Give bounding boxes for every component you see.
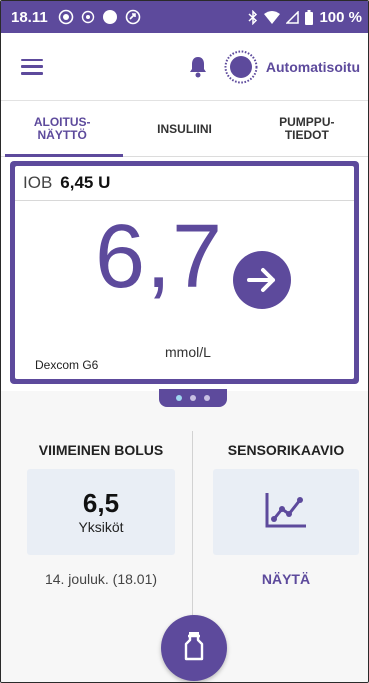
status-bar: 18.11 100 % bbox=[1, 1, 368, 33]
status-time: 18.11 bbox=[11, 8, 48, 26]
sync-icon bbox=[125, 9, 141, 25]
mode-label: Automatisoitu bbox=[265, 58, 360, 75]
iob-value: 6,45 U bbox=[60, 173, 111, 192]
notification-bell-icon[interactable] bbox=[188, 56, 208, 78]
page-indicator[interactable] bbox=[159, 389, 227, 407]
tab-home[interactable]: ALOITUS- NÄYTTÖ bbox=[1, 102, 124, 157]
glucose-card[interactable]: IOB 6,45 U 6,7 mmol/L Dexcom G6 bbox=[10, 161, 359, 384]
battery-icon bbox=[305, 9, 314, 25]
sensor-graph-tile[interactable] bbox=[213, 469, 359, 555]
tab-pump-info[interactable]: PUMPPU- TIEDOT bbox=[246, 102, 368, 156]
page-dot bbox=[176, 395, 182, 401]
iob-label: IOB bbox=[23, 173, 53, 192]
glucose-value: 6,7 bbox=[95, 207, 224, 307]
wifi-icon bbox=[264, 10, 281, 24]
sensor-status-icon bbox=[58, 9, 74, 25]
tab-bar: ALOITUS- NÄYTTÖ INSULIINI PUMPPU- TIEDOT bbox=[1, 102, 368, 157]
bluetooth-icon bbox=[248, 9, 258, 25]
show-sensor-graph-link[interactable]: NÄYTÄ bbox=[213, 571, 359, 587]
bolus-vial-icon bbox=[183, 631, 205, 666]
trend-chart-icon bbox=[264, 491, 308, 534]
automated-mode-icon bbox=[224, 50, 258, 84]
last-bolus-unit: Yksiköt bbox=[78, 519, 124, 535]
glucose-unit: mmol/L bbox=[165, 344, 211, 360]
signal-icon bbox=[286, 10, 300, 24]
section-divider bbox=[192, 431, 193, 631]
last-bolus-title: VIIMEINEN BOLUS bbox=[38, 442, 164, 458]
last-bolus-date: 14. jouluk. (18.01) bbox=[44, 571, 158, 587]
app-bar: Automatisoitu bbox=[1, 33, 368, 101]
sensor-graph-title: SENSORIKAAVIO bbox=[227, 442, 345, 458]
page-dot bbox=[190, 395, 196, 401]
battery-level: 100 % bbox=[319, 8, 362, 26]
last-bolus-tile[interactable]: 6,5 Yksiköt bbox=[27, 469, 175, 555]
pod-status-icon bbox=[81, 10, 95, 24]
bolus-button[interactable] bbox=[161, 615, 227, 681]
arrow-right-icon bbox=[233, 251, 291, 309]
menu-icon[interactable] bbox=[21, 58, 43, 75]
tab-insulin[interactable]: INSULIINI bbox=[123, 102, 245, 156]
iob-row: IOB 6,45 U bbox=[15, 166, 354, 201]
sensor-source: Dexcom G6 bbox=[35, 358, 99, 372]
filled-circle-icon bbox=[102, 9, 118, 25]
page-dot bbox=[204, 395, 210, 401]
last-bolus-value: 6,5 bbox=[82, 488, 120, 518]
app-screen: 18.11 100 % Automatisoitu ALOITUS- NÄYTT… bbox=[0, 0, 369, 683]
